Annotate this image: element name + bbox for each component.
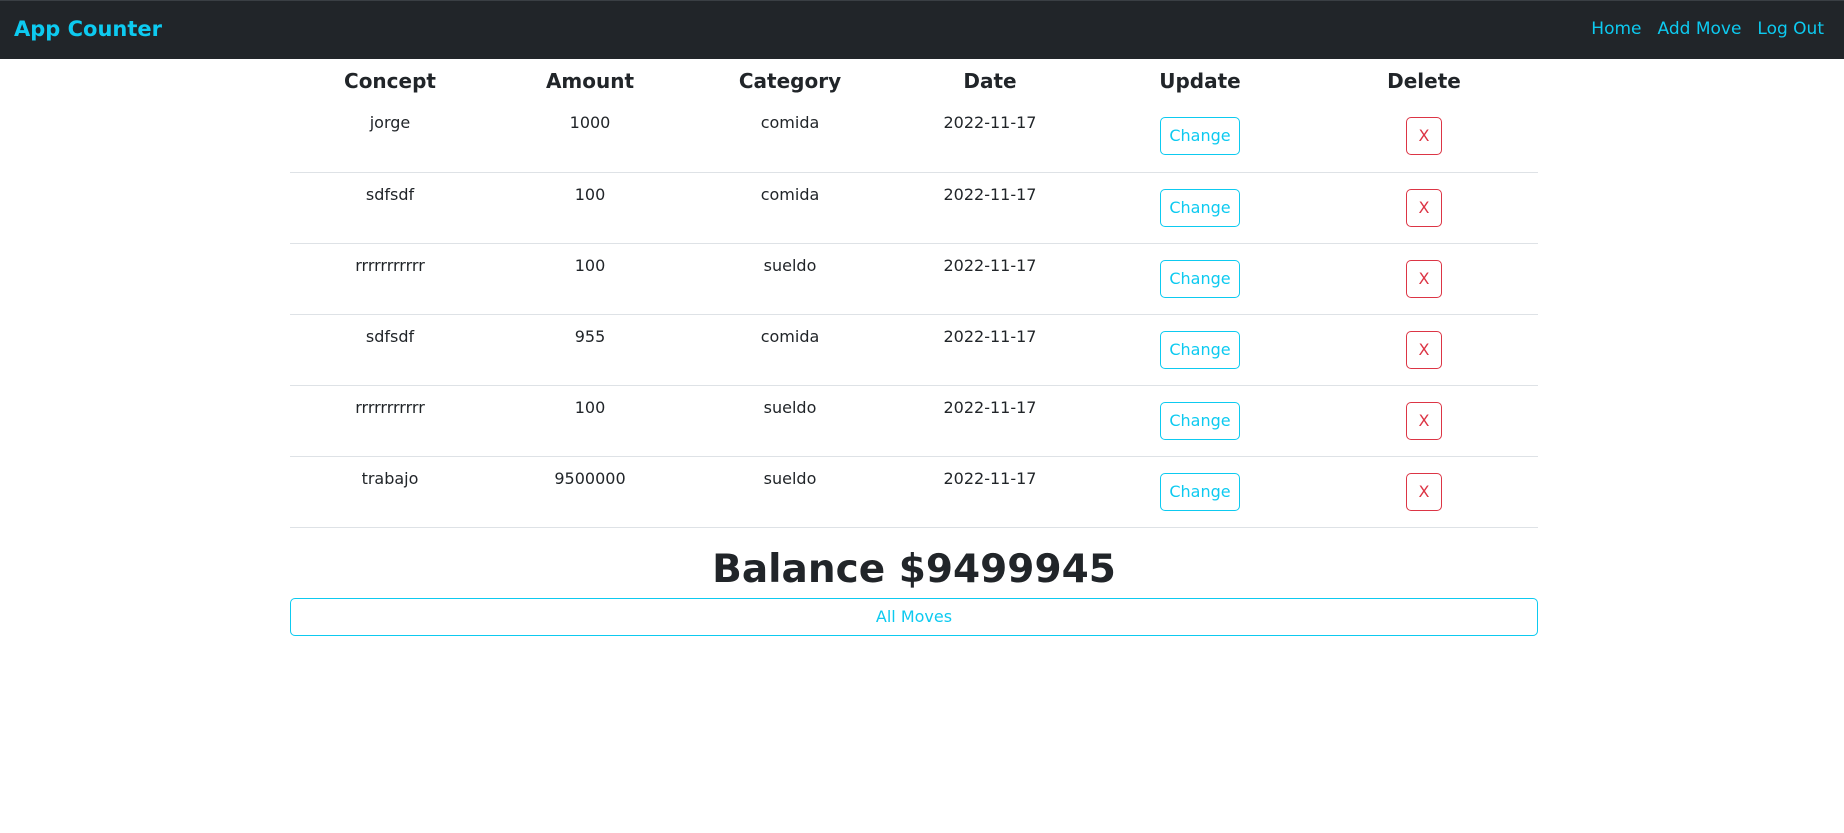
concept-cell: sdfsdf — [290, 172, 490, 244]
category-cell: comida — [690, 172, 890, 244]
brand-link[interactable]: App Counter — [14, 17, 162, 41]
amount-cell: 955 — [490, 314, 690, 386]
table-row: sdfsdf 100 comida 2022-11-17 Change X — [290, 172, 1538, 244]
table-row: jorge 1000 comida 2022-11-17 Change X — [290, 101, 1538, 173]
update-cell: Change — [1090, 172, 1310, 244]
nav-links: Home Add Move Log Out — [1591, 19, 1824, 39]
all-moves-button[interactable]: All Moves — [290, 597, 1538, 636]
table-row: sdfsdf 955 comida 2022-11-17 Change X — [290, 314, 1538, 386]
change-button[interactable]: Change — [1160, 117, 1240, 155]
balance-heading: Balance $9499945 — [712, 546, 1116, 592]
amount-cell: 100 — [490, 172, 690, 244]
delete-cell: X — [1310, 385, 1538, 457]
amount-text: 1000 — [569, 113, 611, 132]
table-header: Concept Amount Category Date Update Dele… — [290, 59, 1538, 101]
delete-cell: X — [1310, 243, 1538, 315]
concept-text: jorge — [369, 113, 411, 132]
category-cell: sueldo — [690, 456, 890, 528]
category-cell: sueldo — [690, 243, 890, 315]
category-text: sueldo — [763, 468, 817, 488]
table-row: rrrrrrrrrrr 100 sueldo 2022-11-17 Change… — [290, 243, 1538, 315]
category-text: sueldo — [763, 397, 817, 417]
nav-link-add-move[interactable]: Add Move — [1658, 19, 1742, 39]
concept-cell: jorge — [290, 101, 490, 173]
concept-text: sdfsdf — [365, 184, 415, 204]
date-text: 2022-11-17 — [943, 468, 1037, 488]
update-cell: Change — [1090, 385, 1310, 457]
amount-cell: 1000 — [490, 101, 690, 173]
date-text: 2022-11-17 — [943, 255, 1037, 275]
date-text: 2022-11-17 — [943, 184, 1037, 204]
update-cell: Change — [1090, 101, 1310, 173]
delete-button[interactable]: X — [1406, 117, 1442, 155]
date-text: 2022-11-17 — [943, 326, 1037, 346]
moves-table: Concept Amount Category Date Update Dele… — [290, 59, 1538, 528]
column-header-date: Date — [963, 69, 1017, 93]
nav-link-log-out[interactable]: Log Out — [1757, 19, 1824, 39]
table-body: jorge 1000 comida 2022-11-17 Change X sd… — [290, 101, 1538, 528]
delete-button[interactable]: X — [1406, 259, 1442, 298]
amount-cell: 100 — [490, 385, 690, 457]
delete-cell: X — [1310, 456, 1538, 528]
change-button[interactable]: Change — [1160, 472, 1240, 511]
column-header-concept: Concept — [344, 69, 436, 93]
date-cell: 2022-11-17 — [890, 385, 1090, 457]
concept-text: rrrrrrrrrrr — [355, 255, 425, 275]
category-text: comida — [760, 326, 820, 346]
amount-cell: 9500000 — [490, 456, 690, 528]
update-cell: Change — [1090, 456, 1310, 528]
column-header-category: Category — [738, 69, 842, 93]
category-cell: sueldo — [690, 385, 890, 457]
concept-cell: rrrrrrrrrrr — [290, 385, 490, 457]
date-cell: 2022-11-17 — [890, 101, 1090, 173]
amount-text: 9500000 — [554, 468, 626, 488]
change-button[interactable]: Change — [1160, 188, 1240, 227]
delete-cell: X — [1310, 172, 1538, 244]
category-cell: comida — [690, 101, 890, 173]
concept-text: rrrrrrrrrrr — [355, 397, 425, 417]
delete-button[interactable]: X — [1406, 330, 1442, 369]
date-cell: 2022-11-17 — [890, 456, 1090, 528]
top-navbar: App Counter Home Add Move Log Out — [0, 0, 1844, 59]
amount-cell: 100 — [490, 243, 690, 315]
delete-button[interactable]: X — [1406, 401, 1442, 440]
column-header-update: Update — [1159, 69, 1241, 93]
date-text: 2022-11-17 — [943, 397, 1037, 417]
date-cell: 2022-11-17 — [890, 314, 1090, 386]
delete-cell: X — [1310, 314, 1538, 386]
main-container: Concept Amount Category Date Update Dele… — [290, 59, 1538, 636]
amount-text: 100 — [574, 397, 606, 417]
category-text: comida — [760, 113, 820, 132]
table-row: rrrrrrrrrrr 100 sueldo 2022-11-17 Change… — [290, 385, 1538, 457]
update-cell: Change — [1090, 243, 1310, 315]
nav-link-home[interactable]: Home — [1591, 19, 1641, 39]
amount-text: 955 — [574, 326, 606, 346]
change-button[interactable]: Change — [1160, 401, 1240, 440]
amount-text: 100 — [574, 255, 606, 275]
category-text: comida — [760, 184, 820, 204]
concept-cell: rrrrrrrrrrr — [290, 243, 490, 315]
delete-cell: X — [1310, 101, 1538, 173]
date-cell: 2022-11-17 — [890, 172, 1090, 244]
update-cell: Change — [1090, 314, 1310, 386]
concept-cell: trabajo — [290, 456, 490, 528]
column-header-delete: Delete — [1387, 69, 1461, 93]
date-cell: 2022-11-17 — [890, 243, 1090, 315]
amount-text: 100 — [574, 184, 606, 204]
category-cell: comida — [690, 314, 890, 386]
date-text: 2022-11-17 — [943, 113, 1037, 132]
concept-text: sdfsdf — [365, 326, 415, 346]
concept-text: trabajo — [361, 468, 419, 488]
change-button[interactable]: Change — [1160, 259, 1240, 298]
category-text: sueldo — [763, 255, 817, 275]
concept-cell: sdfsdf — [290, 314, 490, 386]
delete-button[interactable]: X — [1406, 472, 1442, 511]
delete-button[interactable]: X — [1406, 188, 1442, 227]
change-button[interactable]: Change — [1160, 330, 1240, 369]
table-row: trabajo 9500000 sueldo 2022-11-17 Change… — [290, 456, 1538, 528]
column-header-amount: Amount — [545, 69, 635, 93]
